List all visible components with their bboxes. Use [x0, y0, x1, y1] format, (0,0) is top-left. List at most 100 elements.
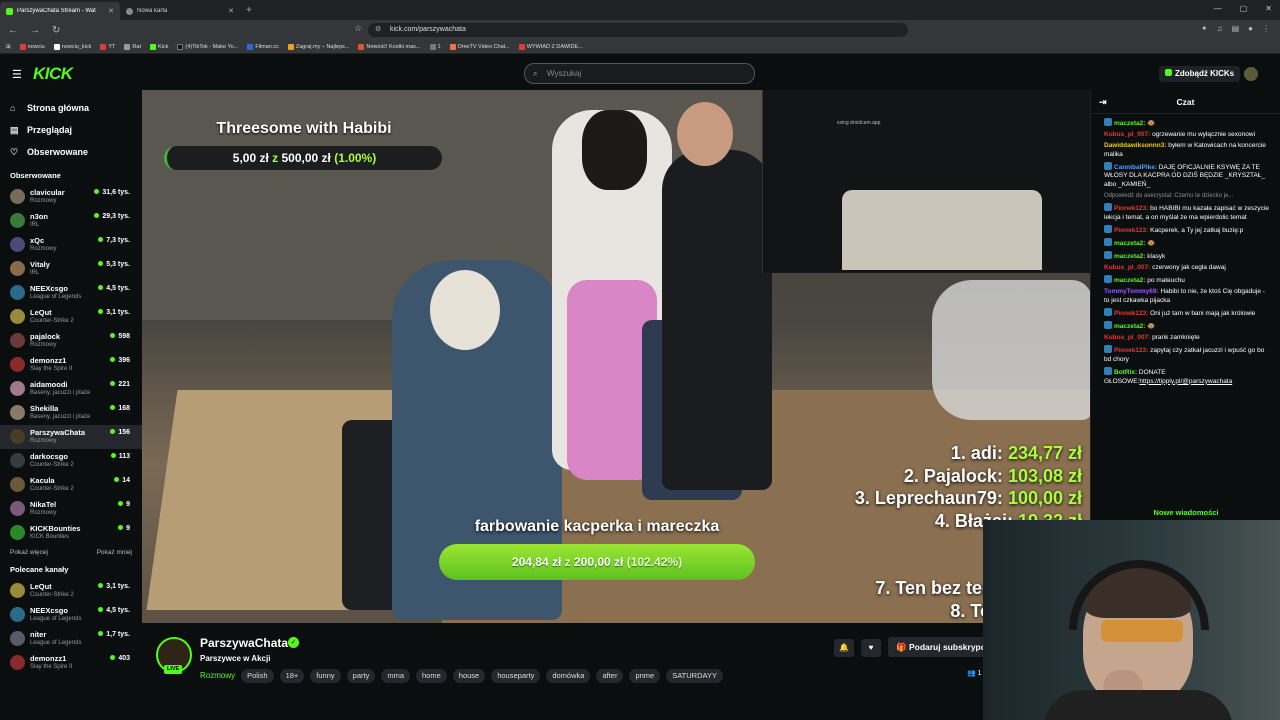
tag-chip[interactable]: Polish: [241, 669, 274, 683]
sidebar-channel[interactable]: xQc Rozmowy 7,3 tys.: [0, 233, 142, 257]
tag-chip[interactable]: party: [346, 669, 376, 683]
sidebar-channel[interactable]: Kacula Counter-Strike 2 14: [0, 473, 142, 497]
new-tab-icon[interactable]: +: [246, 5, 252, 16]
forward-icon[interactable]: →: [30, 25, 44, 36]
chat-username[interactable]: TommyTommy69:: [1104, 288, 1159, 295]
sidebar-channel[interactable]: KICKBounties KICK Bounties 9: [0, 521, 142, 545]
notification-bell-icon[interactable]: 🔔: [834, 639, 854, 657]
bookmark-item[interactable]: Nowość! Kostki mas...: [358, 43, 421, 50]
sidebar-channel[interactable]: LeQut Counter-Strike 2 3,1 tys.: [0, 579, 142, 603]
new-messages-button[interactable]: Nowe wiadomości: [1091, 508, 1280, 517]
profile-icon[interactable]: ●: [1248, 24, 1253, 33]
bookmark-item[interactable]: 1: [429, 43, 441, 50]
close-window-icon[interactable]: ✕: [1265, 4, 1272, 13]
sidebar-channel[interactable]: NEEXcsgo League of Legends 4,5 tys.: [0, 603, 142, 627]
bookmark-item[interactable]: Zagraj.my – Najleps...: [287, 43, 349, 50]
menu-icon[interactable]: ⋮: [1262, 24, 1270, 33]
sidebar-nav-item[interactable]: ▤ Przeglądaj: [0, 119, 142, 141]
close-tab-icon[interactable]: ✕: [228, 7, 234, 15]
chat-username[interactable]: Kubus_pl_007:: [1104, 264, 1150, 271]
chat-username[interactable]: Kubus_pl_007:: [1104, 334, 1150, 341]
chat-username[interactable]: Kubus_pl_007:: [1104, 131, 1150, 138]
chat-username[interactable]: maczeta2:: [1114, 277, 1145, 284]
search-input[interactable]: ⌕ Wyszukaj: [524, 63, 755, 84]
bookmark-item[interactable]: (4)TikTok - Make Yo...: [177, 43, 238, 50]
kick-logo[interactable]: KICK: [33, 64, 73, 84]
tag-chip[interactable]: SATURDAYY: [666, 669, 723, 683]
reload-icon[interactable]: ↻: [52, 25, 66, 36]
chat-username[interactable]: Pionek123:: [1114, 205, 1148, 212]
sidebar-channel[interactable]: darkocsgo Counter-Strike 2 113: [0, 449, 142, 473]
sidebar-channel[interactable]: niter League of Legends 1,7 tys.: [0, 627, 142, 651]
category-link[interactable]: Rozmowy: [200, 669, 235, 683]
streamer-name[interactable]: ParszywaChata: [200, 636, 288, 650]
extension-icon[interactable]: ✦: [1201, 24, 1208, 33]
bookmark-star-icon[interactable]: ☆: [354, 23, 362, 34]
bookmark-item[interactable]: Kick: [149, 43, 168, 50]
minimize-icon[interactable]: —: [1214, 4, 1222, 13]
sidebar-channel[interactable]: LeQut Counter-Strike 2 3,1 tys.: [0, 305, 142, 329]
sidebar-channel[interactable]: clavicular Rozmowy 31,6 tys.: [0, 185, 142, 209]
sidebar-channel[interactable]: Shekilla Baseny, jacuzzi i plaże 168: [0, 401, 142, 425]
site-info-icon[interactable]: ⚙: [375, 23, 381, 37]
sidebar-channel[interactable]: demonzz1 Slay the Spire II 396: [0, 353, 142, 377]
chat-link[interactable]: https://tipply.pl/@parszywachata: [1139, 378, 1232, 385]
tag-chip[interactable]: domówka: [546, 669, 591, 683]
chat-username[interactable]: maczeta2:: [1114, 240, 1145, 247]
tag-chip[interactable]: after: [596, 669, 624, 683]
tag-chip[interactable]: funny: [310, 669, 341, 683]
chat-username[interactable]: Pionek123:: [1114, 310, 1148, 317]
url-field[interactable]: ⚙ kick.com/parszywachata: [368, 23, 908, 37]
tag-chip[interactable]: pnme: [629, 669, 661, 683]
apps-icon[interactable]: ⊞: [6, 44, 11, 50]
follow-heart-icon[interactable]: ♥: [861, 639, 881, 657]
bookmark-item[interactable]: YT: [100, 43, 115, 50]
tag-chip[interactable]: 18+: [279, 669, 305, 683]
bookmark-item[interactable]: WYWIAD Z DAWIDE...: [518, 43, 583, 50]
tag-chip[interactable]: houseparty: [491, 669, 541, 683]
sidebar-channel[interactable]: n3on IRL 29,3 tys.: [0, 209, 142, 233]
sidebar-channel[interactable]: NikaTel Rozmowy 9: [0, 497, 142, 521]
sidebar-nav-item[interactable]: ⌂ Strona główna: [0, 97, 142, 119]
user-avatar[interactable]: [1244, 67, 1258, 81]
browser-tab-new[interactable]: Nowa karta ✕: [120, 2, 240, 20]
bookmark-item[interactable]: Rat: [124, 43, 141, 50]
chat-username[interactable]: CannibalPike:: [1114, 164, 1157, 171]
sidebar-channel[interactable]: Vitaly IRL 5,3 tys.: [0, 257, 142, 281]
chat-username[interactable]: Dawiddawiksonnn3:: [1104, 142, 1166, 149]
chat-username[interactable]: BotRix:: [1114, 369, 1137, 376]
sidebar-channel[interactable]: NEEXcsgo League of Legends 4,5 tys.: [0, 281, 142, 305]
tag-chip[interactable]: mma: [381, 669, 411, 683]
chat-username[interactable]: maczeta2:: [1114, 120, 1145, 127]
show-more-button[interactable]: Pokaż więcej: [10, 549, 48, 563]
maximize-icon[interactable]: ▢: [1240, 4, 1248, 13]
sidebar-channel[interactable]: ParszywaChata Rozmowy 156: [0, 425, 142, 449]
hamburger-menu-icon[interactable]: ☰: [12, 68, 22, 81]
chat-username[interactable]: Pionek123:: [1114, 347, 1148, 354]
video-player[interactable]: xxing droidcam.app Threesome with Habibi…: [142, 90, 1090, 623]
get-kicks-button[interactable]: Zdobądź KICKs: [1159, 66, 1241, 82]
show-less-button[interactable]: Pokaż mniej: [97, 549, 132, 563]
sidebar-channel[interactable]: demonzz1 Slay the Spire II 403: [0, 651, 142, 675]
bookmark-item[interactable]: nowciu_kick: [53, 43, 91, 50]
bookmark-item[interactable]: nowciu: [19, 43, 45, 50]
browser-tab-active[interactable]: ParszywaChata Stream - Wat ✕: [0, 2, 120, 20]
tag-chip[interactable]: home: [416, 669, 447, 683]
chat-username[interactable]: Pionek123:: [1114, 227, 1148, 234]
bookmark-item[interactable]: OmeTV Video Chat...: [449, 43, 510, 50]
collapse-chat-icon[interactable]: ⇥: [1099, 90, 1107, 114]
close-tab-icon[interactable]: ✕: [108, 7, 114, 15]
tag-chip[interactable]: house: [452, 669, 486, 683]
sidebar-channel[interactable]: pajalock Rozmowy 598: [0, 329, 142, 353]
chat-username[interactable]: maczeta2:: [1114, 253, 1145, 260]
sidebar-channel[interactable]: aidamoodi Baseny, jacuzzi i plaże 221: [0, 377, 142, 401]
gift-subscription-button[interactable]: 🎁 Podaruj subskrypcje: [888, 637, 988, 657]
chat-username[interactable]: maczeta2:: [1114, 323, 1145, 330]
sidebar-icon[interactable]: ▤: [1232, 24, 1240, 33]
chat-message: Pionek123: bo HABIBI mu kazała zapisać w…: [1104, 203, 1272, 222]
sidebar-nav-item[interactable]: ♡ Obserwowane: [0, 141, 142, 163]
back-icon[interactable]: ←: [8, 25, 22, 36]
audio-icon[interactable]: ♫: [1217, 24, 1223, 33]
chat-text: czerwony jak cegła dawaj: [1152, 264, 1226, 272]
bookmark-item[interactable]: Filman.cc: [247, 43, 279, 50]
